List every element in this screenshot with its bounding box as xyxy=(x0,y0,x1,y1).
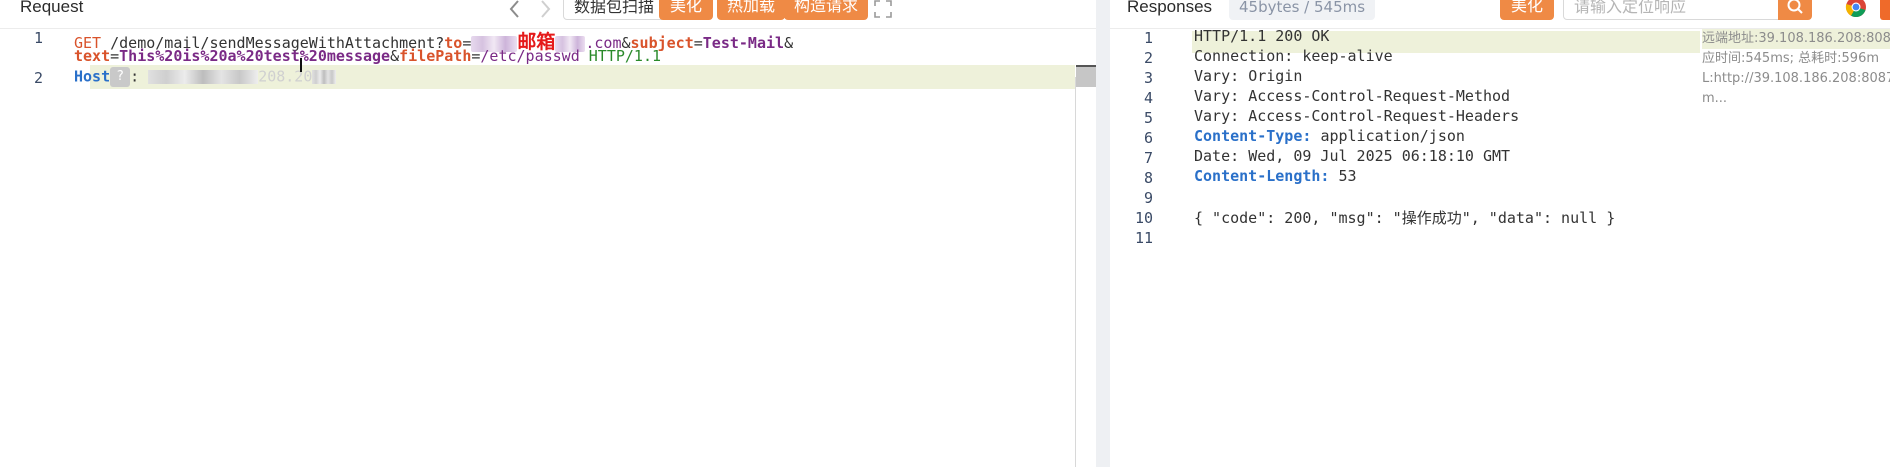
header-value: Wed, 09 Jul 2025 06:18:10 GMT xyxy=(1248,147,1511,165)
response-search-input[interactable] xyxy=(1563,0,1783,20)
response-json-body: { "code": 200, "msg": "操作成功", "data": nu… xyxy=(1194,209,1616,227)
filepath-value: /etc/passwd xyxy=(480,47,580,65)
line-number: 11 xyxy=(1134,229,1153,247)
header-key: Connection: xyxy=(1194,47,1294,65)
response-title: Responses xyxy=(1127,0,1213,16)
request-line-1-wrap: text=This%20is%20a%20test%20message&file… xyxy=(74,47,661,65)
response-status-line: HTTP/1.1 200 OK xyxy=(1194,27,1330,45)
text-cursor xyxy=(300,58,302,72)
response-header-line: Vary: Access-Control-Request-Method xyxy=(1194,87,1510,105)
host-header-key: Host xyxy=(74,67,111,86)
line-number: 8 xyxy=(1143,169,1153,187)
line-number: 1 xyxy=(33,29,43,47)
header-key: Vary: xyxy=(1194,87,1240,105)
response-header-line: Vary: Access-Control-Request-Headers xyxy=(1194,107,1519,125)
header-value: Origin xyxy=(1248,67,1303,85)
response-panel: Responses 45bytes / 545ms 美化 1 HTT xyxy=(1110,0,1890,467)
colon: : xyxy=(130,67,140,86)
scrollbar-track[interactable] xyxy=(1075,77,1076,467)
header-key: Content-Type: xyxy=(1194,127,1312,145)
remote-address: 远端地址:39.108.186.208:808 xyxy=(1702,29,1890,49)
response-editor[interactable]: 1 HTTP/1.1 200 OK 2 Connection: keep-ali… xyxy=(1110,27,1890,467)
beautify-button[interactable]: 美化 xyxy=(659,0,714,20)
meta-more: m... xyxy=(1702,91,1728,106)
line-number: 4 xyxy=(1143,89,1153,107)
subject-value: Test-Mail xyxy=(702,34,785,52)
host-partial: 208.20 xyxy=(258,67,313,86)
packet-scan-button[interactable]: 数据包扫描 xyxy=(563,0,666,20)
redacted-host xyxy=(312,70,337,84)
request-editor[interactable]: 1 GET /demo/mail/sendMessageWithAttachme… xyxy=(0,28,1096,467)
header-value: Access-Control-Request-Method xyxy=(1248,87,1511,105)
response-header-line: Connection: keep-alive xyxy=(1194,47,1393,65)
line-number: 2 xyxy=(33,69,43,87)
search-icon xyxy=(1787,0,1803,14)
request-panel: Request 数据包扫描 美化 热加载 构造请求 1 GET /demo/ma… xyxy=(0,0,1096,467)
line-number: 1 xyxy=(1143,29,1153,47)
header-value: keep-alive xyxy=(1302,47,1393,65)
build-request-button[interactable]: 构造请求 xyxy=(784,0,869,20)
header-key: Date: xyxy=(1194,147,1240,165)
http-tool-window: Request 数据包扫描 美化 热加载 构造请求 1 GET /demo/ma… xyxy=(0,0,1890,467)
back-arrow-icon[interactable] xyxy=(505,0,525,20)
redacted-host xyxy=(148,70,259,84)
http-protocol: HTTP/1.1 xyxy=(588,47,662,65)
line-number: 10 xyxy=(1134,209,1153,227)
header-value: 53 xyxy=(1338,167,1357,185)
header-key: Content-Length: xyxy=(1194,167,1330,185)
response-header-line: Content-Length: 53 xyxy=(1194,167,1357,185)
header-key: Vary: xyxy=(1194,67,1240,85)
panel-divider[interactable] xyxy=(1096,0,1110,467)
edge-button[interactable] xyxy=(1880,0,1890,20)
forward-arrow-icon[interactable] xyxy=(535,0,555,20)
equals-sign: = xyxy=(693,34,703,52)
header-value: Access-Control-Request-Headers xyxy=(1248,107,1520,125)
scrollbar-thumb[interactable] xyxy=(1076,65,1096,87)
hot-load-button[interactable]: 热加载 xyxy=(717,0,786,20)
response-beautify-button[interactable]: 美化 xyxy=(1500,0,1555,20)
param-filepath: filePath xyxy=(399,47,472,65)
line-number: 2 xyxy=(1143,49,1153,67)
host-placeholder-badge: ? xyxy=(110,67,131,87)
line-number: 9 xyxy=(1143,189,1153,207)
line-number: 6 xyxy=(1143,129,1153,147)
header-value: application/json xyxy=(1320,127,1465,145)
line-number: 7 xyxy=(1143,149,1153,167)
chrome-icon[interactable] xyxy=(1845,0,1867,18)
response-header-line: Content-Type: application/json xyxy=(1194,127,1465,145)
response-header-line: Vary: Origin xyxy=(1194,67,1302,85)
request-toolbar: Request 数据包扫描 美化 热加载 构造请求 xyxy=(0,0,1096,26)
request-line-2: Host?: 208.20 xyxy=(74,67,337,87)
line-number: 3 xyxy=(1143,69,1153,87)
search-button[interactable] xyxy=(1778,0,1812,20)
request-title: Request xyxy=(20,0,84,16)
response-header-line: Date: Wed, 09 Jul 2025 06:18:10 GMT xyxy=(1194,147,1510,165)
ampersand: & xyxy=(784,34,794,52)
expand-icon[interactable] xyxy=(872,0,894,20)
equals-sign: = xyxy=(110,47,120,65)
line-number: 5 xyxy=(1143,109,1153,127)
ampersand: & xyxy=(390,47,400,65)
response-timing: 应时间:545ms; 总耗时:596m xyxy=(1702,51,1879,66)
header-key: Vary: xyxy=(1194,107,1240,125)
response-size-badge: 45bytes / 545ms xyxy=(1229,0,1376,20)
response-meta-info: 远端地址:39.108.186.208:808 应时间:545ms; 总耗时:5… xyxy=(1702,29,1890,109)
param-text: text xyxy=(74,47,111,65)
text-value: This%20is%20a%20test%20message xyxy=(119,47,391,65)
request-url: L:http://39.108.186.208:8087 xyxy=(1702,71,1890,86)
